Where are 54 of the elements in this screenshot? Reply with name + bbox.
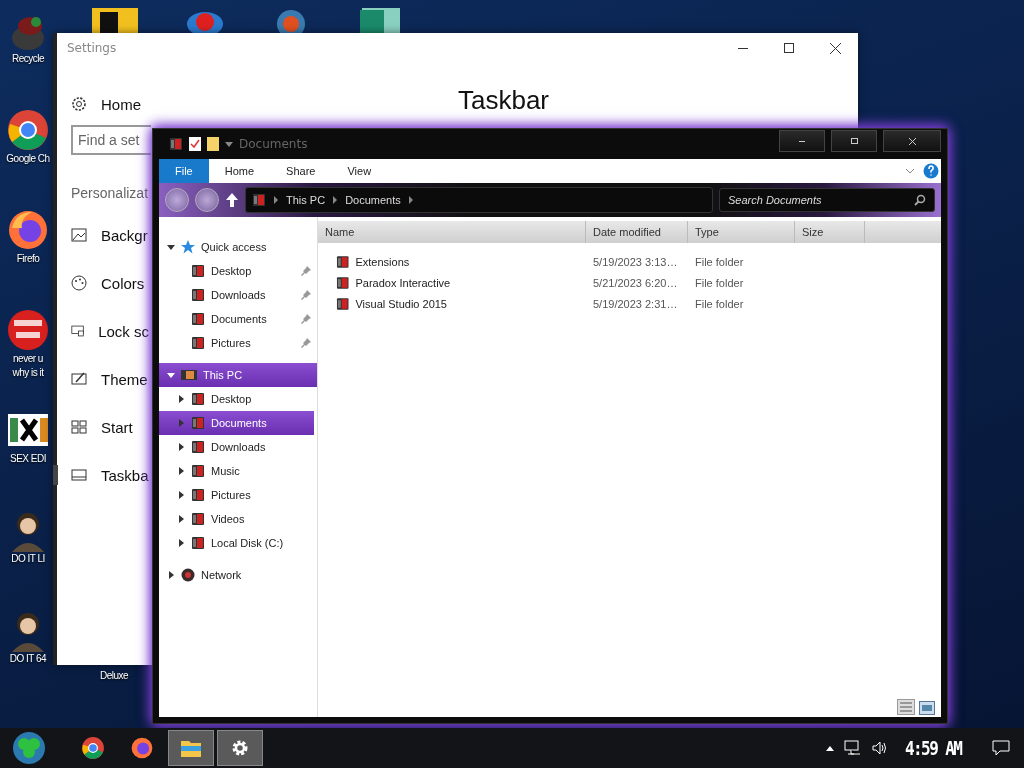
home-link[interactable]: Home [101, 95, 141, 113]
file-name[interactable]: Paradox Interactive [355, 276, 586, 289]
nav-item[interactable]: Videos [159, 507, 314, 531]
column-header[interactable]: Size [795, 221, 865, 243]
desktop-icon-label[interactable]: why is it [12, 366, 44, 380]
search-field[interactable]: Find a set [71, 125, 151, 155]
nav-item[interactable]: This PC [159, 363, 317, 387]
desktop-icon-label[interactable]: DO IT LI [11, 552, 45, 566]
nav-item[interactable]: Quick access [159, 235, 317, 259]
nav-item[interactable]: Start [101, 418, 133, 436]
nav-item[interactable]: Desktop [159, 259, 317, 283]
type-cell-text: File folder [694, 297, 745, 310]
nav-item[interactable]: Documents [159, 307, 317, 331]
breadcrumb-field[interactable]: This PC Documents [245, 187, 713, 213]
desktop-icon-label[interactable]: Firefo [16, 252, 40, 266]
page-heading: Taskbar [457, 85, 549, 117]
breadcrumb-item[interactable]: This PC [286, 194, 326, 206]
nav-item[interactable]: Documents [159, 411, 314, 435]
date-cell-text: 5/19/2023 3:13… [592, 255, 679, 268]
search-field[interactable]: Search Documents [719, 188, 935, 212]
desktop-icon-label[interactable]: Deluxe [100, 670, 129, 681]
column-header[interactable]: Name [318, 221, 586, 243]
nav-item[interactable]: Downloads [159, 435, 314, 459]
nav-item[interactable]: Colors [101, 274, 145, 292]
ribbon-tab[interactable]: File [159, 159, 209, 183]
column-header[interactable]: Type [688, 221, 795, 243]
nav-item[interactable]: Network [159, 563, 317, 587]
desktop-icon-label[interactable]: SEX EDI [10, 452, 46, 466]
nav-item[interactable]: Backgr [101, 226, 148, 244]
nav-item[interactable]: Pictures [159, 483, 314, 507]
nav-item[interactable]: Theme [101, 370, 148, 388]
window-title: Documents [239, 137, 309, 151]
nav-item[interactable]: Pictures [159, 331, 317, 355]
nav-item[interactable]: Music [159, 459, 314, 483]
desktop-icon-label[interactable]: DO IT 64 [9, 652, 47, 666]
desktop-icon-label[interactable]: Google Ch [6, 152, 50, 166]
file-name[interactable]: Visual Studio 2015 [355, 297, 586, 310]
nav-item[interactable]: Taskba [101, 466, 149, 484]
nav-item[interactable]: Downloads [159, 283, 317, 307]
clock[interactable]: 4:59 AM [904, 736, 961, 760]
column-header[interactable]: Date modified [586, 221, 688, 243]
nav-item[interactable]: Local Disk (C:) [159, 531, 314, 555]
window-title: Settings [67, 41, 118, 55]
desktop-icon-label[interactable]: Recycle [11, 52, 45, 66]
date-cell-text: 5/19/2023 2:31… [592, 297, 679, 310]
desktop-icon-label[interactable]: never u [13, 352, 43, 366]
date-cell-text: 5/21/2023 6:20… [592, 276, 679, 289]
nav-item[interactable]: Lock sc [98, 322, 149, 340]
section-title: Personalizat [71, 185, 149, 201]
nav-item[interactable]: Desktop [159, 387, 314, 411]
file-name[interactable]: Extensions [355, 255, 586, 268]
type-cell-text: File folder [694, 255, 745, 268]
type-cell-text: File folder [694, 276, 745, 289]
breadcrumb-item[interactable]: Documents [345, 194, 401, 206]
